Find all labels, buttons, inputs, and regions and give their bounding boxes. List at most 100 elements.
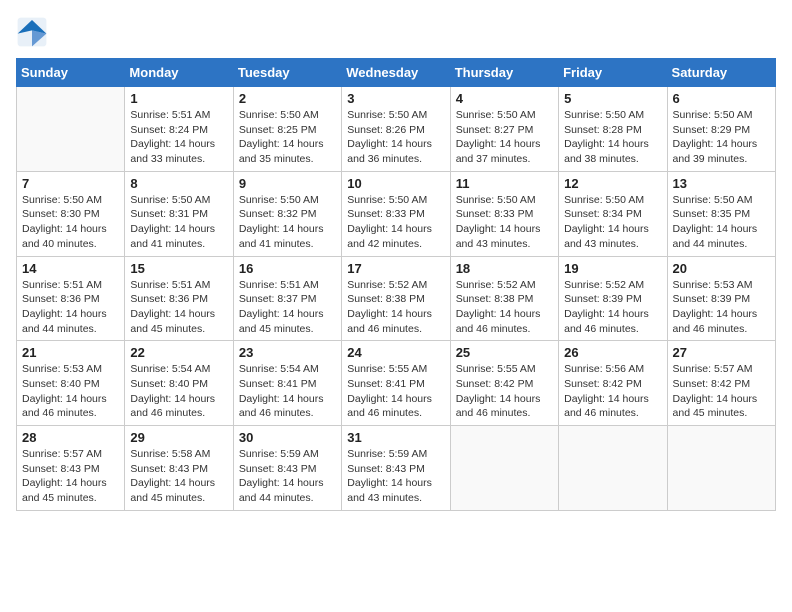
day-info: Sunrise: 5:55 AM Sunset: 8:42 PM Dayligh… (456, 362, 553, 421)
day-info: Sunrise: 5:50 AM Sunset: 8:32 PM Dayligh… (239, 193, 336, 252)
day-number: 21 (22, 345, 119, 360)
day-info: Sunrise: 5:54 AM Sunset: 8:41 PM Dayligh… (239, 362, 336, 421)
day-number: 1 (130, 91, 227, 106)
calendar-cell: 4Sunrise: 5:50 AM Sunset: 8:27 PM Daylig… (450, 87, 558, 172)
day-info: Sunrise: 5:50 AM Sunset: 8:29 PM Dayligh… (673, 108, 770, 167)
calendar-cell: 13 Sunrise: 5:50 AM Sunset: 8:35 PM Dayli… (667, 171, 775, 256)
day-number: 4 (456, 91, 553, 106)
calendar-cell: 5 Sunrise: 5:50 AM Sunset: 8:28 PM Daylig… (559, 87, 667, 172)
day-number: 19 (564, 261, 661, 276)
day-number: 2 (239, 91, 336, 106)
day-number: 14 (22, 261, 119, 276)
calendar-cell: 22 Sunrise: 5:54 AM Sunset: 8:40 PM Dayli… (125, 341, 233, 426)
calendar-cell: 18 Sunrise: 5:52 AM Sunset: 8:38 PM Dayli… (450, 256, 558, 341)
calendar-cell: 29 Sunrise: 5:58 AM Sunset: 8:43 PM Dayli… (125, 426, 233, 511)
day-number: 10 (347, 176, 444, 191)
logo-icon (16, 16, 48, 48)
day-number: 5 (564, 91, 661, 106)
day-info: Sunrise: 5:50 AM Sunset: 8:35 PM Dayligh… (673, 193, 770, 252)
calendar-week-4: 28 Sunrise: 5:57 AM Sunset: 8:43 PM Dayli… (17, 426, 776, 511)
day-info: Sunrise: 5:51 AM Sunset: 8:36 PM Dayligh… (130, 278, 227, 337)
header-saturday: Saturday (667, 59, 775, 87)
day-info: Sunrise: 5:50 AM Sunset: 8:25 PM Dayligh… (239, 108, 336, 167)
page-header (16, 16, 776, 48)
calendar-cell: 23 Sunrise: 5:54 AM Sunset: 8:41 PM Dayli… (233, 341, 341, 426)
day-info: Sunrise: 5:52 AM Sunset: 8:38 PM Dayligh… (347, 278, 444, 337)
day-number: 13 (673, 176, 770, 191)
day-number: 6 (673, 91, 770, 106)
day-number: 25 (456, 345, 553, 360)
day-number: 9 (239, 176, 336, 191)
day-number: 28 (22, 430, 119, 445)
calendar-cell: 14 Sunrise: 5:51 AM Sunset: 8:36 PM Dayli… (17, 256, 125, 341)
calendar-cell: 30 Sunrise: 5:59 AM Sunset: 8:43 PM Dayli… (233, 426, 341, 511)
calendar-cell: 15Sunrise: 5:51 AM Sunset: 8:36 PM Dayli… (125, 256, 233, 341)
calendar-week-1: 7 Sunrise: 5:50 AM Sunset: 8:30 PM Daylig… (17, 171, 776, 256)
day-number: 17 (347, 261, 444, 276)
header-tuesday: Tuesday (233, 59, 341, 87)
calendar-cell: 25 Sunrise: 5:55 AM Sunset: 8:42 PM Dayli… (450, 341, 558, 426)
day-info: Sunrise: 5:59 AM Sunset: 8:43 PM Dayligh… (347, 447, 444, 506)
calendar-cell: 1 Sunrise: 5:51 AM Sunset: 8:24 PM Daylig… (125, 87, 233, 172)
logo (16, 16, 52, 48)
calendar-cell: 11Sunrise: 5:50 AM Sunset: 8:33 PM Dayli… (450, 171, 558, 256)
calendar-cell (559, 426, 667, 511)
day-number: 11 (456, 176, 553, 191)
header-thursday: Thursday (450, 59, 558, 87)
day-info: Sunrise: 5:59 AM Sunset: 8:43 PM Dayligh… (239, 447, 336, 506)
day-info: Sunrise: 5:52 AM Sunset: 8:39 PM Dayligh… (564, 278, 661, 337)
calendar-table: SundayMondayTuesdayWednesdayThursdayFrid… (16, 58, 776, 511)
calendar-cell: 12 Sunrise: 5:50 AM Sunset: 8:34 PM Dayli… (559, 171, 667, 256)
calendar-cell: 21Sunrise: 5:53 AM Sunset: 8:40 PM Dayli… (17, 341, 125, 426)
day-number: 7 (22, 176, 119, 191)
calendar-cell (667, 426, 775, 511)
day-number: 20 (673, 261, 770, 276)
calendar-cell: 9 Sunrise: 5:50 AM Sunset: 8:32 PM Daylig… (233, 171, 341, 256)
day-number: 27 (673, 345, 770, 360)
day-info: Sunrise: 5:55 AM Sunset: 8:41 PM Dayligh… (347, 362, 444, 421)
header-monday: Monday (125, 59, 233, 87)
calendar-header: SundayMondayTuesdayWednesdayThursdayFrid… (17, 59, 776, 87)
day-number: 26 (564, 345, 661, 360)
day-number: 22 (130, 345, 227, 360)
header-sunday: Sunday (17, 59, 125, 87)
calendar-week-3: 21Sunrise: 5:53 AM Sunset: 8:40 PM Dayli… (17, 341, 776, 426)
calendar-cell: 26 Sunrise: 5:56 AM Sunset: 8:42 PM Dayli… (559, 341, 667, 426)
calendar-cell: 3Sunrise: 5:50 AM Sunset: 8:26 PM Daylig… (342, 87, 450, 172)
day-info: Sunrise: 5:51 AM Sunset: 8:36 PM Dayligh… (22, 278, 119, 337)
day-info: Sunrise: 5:50 AM Sunset: 8:31 PM Dayligh… (130, 193, 227, 252)
day-number: 8 (130, 176, 227, 191)
calendar-cell: 2 Sunrise: 5:50 AM Sunset: 8:25 PM Daylig… (233, 87, 341, 172)
day-number: 29 (130, 430, 227, 445)
day-info: Sunrise: 5:50 AM Sunset: 8:28 PM Dayligh… (564, 108, 661, 167)
day-info: Sunrise: 5:57 AM Sunset: 8:42 PM Dayligh… (673, 362, 770, 421)
day-number: 30 (239, 430, 336, 445)
calendar-cell: 19 Sunrise: 5:52 AM Sunset: 8:39 PM Dayli… (559, 256, 667, 341)
day-info: Sunrise: 5:50 AM Sunset: 8:26 PM Dayligh… (347, 108, 444, 167)
day-info: Sunrise: 5:58 AM Sunset: 8:43 PM Dayligh… (130, 447, 227, 506)
calendar-cell: 17 Sunrise: 5:52 AM Sunset: 8:38 PM Dayli… (342, 256, 450, 341)
calendar-cell: 24Sunrise: 5:55 AM Sunset: 8:41 PM Dayli… (342, 341, 450, 426)
calendar-cell: 8 Sunrise: 5:50 AM Sunset: 8:31 PM Daylig… (125, 171, 233, 256)
calendar-cell: 20Sunrise: 5:53 AM Sunset: 8:39 PM Dayli… (667, 256, 775, 341)
day-info: Sunrise: 5:50 AM Sunset: 8:34 PM Dayligh… (564, 193, 661, 252)
calendar-cell (17, 87, 125, 172)
day-info: Sunrise: 5:56 AM Sunset: 8:42 PM Dayligh… (564, 362, 661, 421)
calendar-week-0: 1 Sunrise: 5:51 AM Sunset: 8:24 PM Daylig… (17, 87, 776, 172)
day-info: Sunrise: 5:57 AM Sunset: 8:43 PM Dayligh… (22, 447, 119, 506)
day-info: Sunrise: 5:51 AM Sunset: 8:24 PM Dayligh… (130, 108, 227, 167)
calendar-body: 1 Sunrise: 5:51 AM Sunset: 8:24 PM Daylig… (17, 87, 776, 511)
day-info: Sunrise: 5:52 AM Sunset: 8:38 PM Dayligh… (456, 278, 553, 337)
calendar-cell: 27 Sunrise: 5:57 AM Sunset: 8:42 PM Dayli… (667, 341, 775, 426)
day-number: 12 (564, 176, 661, 191)
day-info: Sunrise: 5:50 AM Sunset: 8:30 PM Dayligh… (22, 193, 119, 252)
header-wednesday: Wednesday (342, 59, 450, 87)
calendar-cell: 16Sunrise: 5:51 AM Sunset: 8:37 PM Dayli… (233, 256, 341, 341)
day-number: 31 (347, 430, 444, 445)
day-number: 18 (456, 261, 553, 276)
day-number: 16 (239, 261, 336, 276)
calendar-cell: 7 Sunrise: 5:50 AM Sunset: 8:30 PM Daylig… (17, 171, 125, 256)
day-number: 23 (239, 345, 336, 360)
calendar-cell: 28 Sunrise: 5:57 AM Sunset: 8:43 PM Dayli… (17, 426, 125, 511)
day-info: Sunrise: 5:54 AM Sunset: 8:40 PM Dayligh… (130, 362, 227, 421)
